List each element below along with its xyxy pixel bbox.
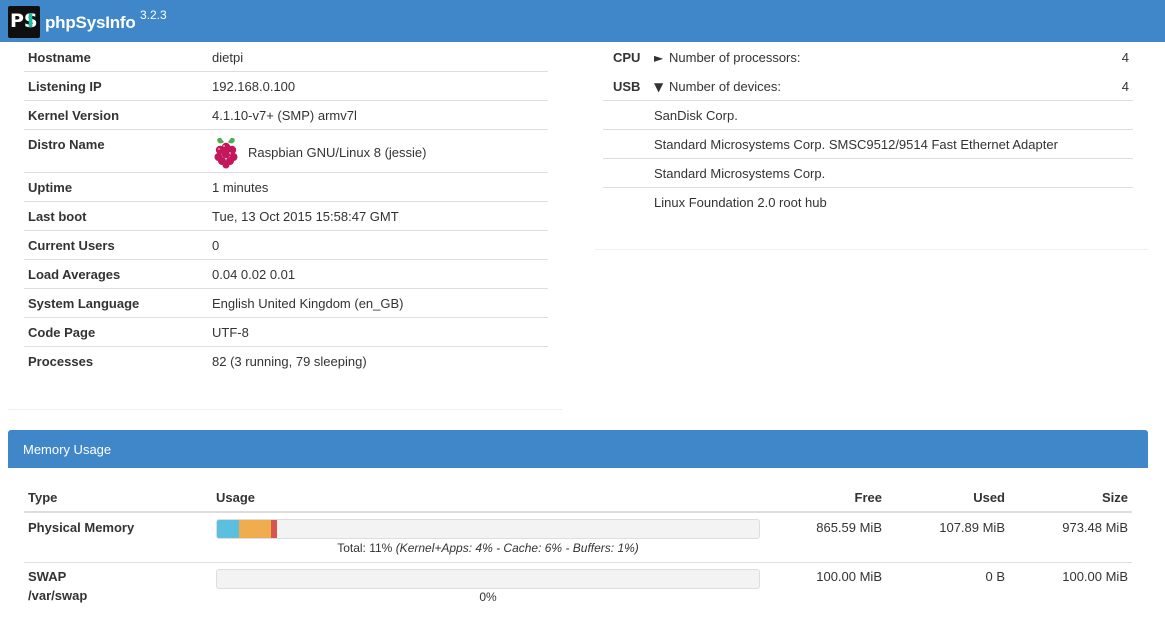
hardware-row-cpu[interactable]: CPU ► Number of processors: 4 [603,43,1133,72]
vitals-panel: Hostname dietpi Listening IP 192.168.0.1… [8,42,563,410]
logo-letter-accent: I [27,10,35,32]
vitals-label: Processes [28,354,94,369]
vitals-value: English United Kingdom (en_GB) [212,296,404,311]
triangle-down-icon: ▼ [654,80,664,94]
vitals-value: dietpi [212,50,244,65]
usb-device-row: Standard Microsystems Corp. [603,159,1133,188]
memory-panel: Memory Usage Type Usage Free Used Size P… [8,430,1148,622]
app-title[interactable]: phpSysInfo [45,13,136,33]
usb-device-row: Linux Foundation 2.0 root hub [603,188,1133,217]
buffers-segment [271,520,277,538]
usb-description: Number of devices: [669,79,781,94]
swap-type: SWAP [28,569,67,584]
vitals-value: Raspbian GNU/Linux 8 (jessie) [248,145,427,160]
memory-type: Physical Memory [28,520,135,535]
vitals-value: UTF-8 [212,325,249,340]
usb-device-name: Standard Microsystems Corp. SMSC9512/951… [654,137,1058,152]
memory-table-header: Type Usage Free Used Size [24,487,1132,513]
vitals-label: Code Page [28,325,96,340]
column-header-size: Size [1101,490,1128,505]
vitals-row-load-averages: Load Averages 0.04 0.02 0.01 [24,260,548,289]
usb-device-row: SanDisk Corp. [603,101,1133,130]
cache-segment [238,520,272,538]
hardware-label-cpu: CPU [613,50,641,65]
memory-free: 865.59 MiB [816,520,882,535]
vitals-row-system-language: System Language English United Kingdom (… [24,289,548,318]
cpu-description: Number of processors: [669,50,801,65]
vitals-row-code-page: Code Page UTF-8 [24,318,548,347]
memory-panel-header: Memory Usage [8,430,1148,468]
swap-progress-bar [216,569,760,589]
physical-memory-progress-bar [216,519,760,539]
column-header-used: Used [973,490,1005,505]
vitals-label: Listening IP [28,79,102,94]
vitals-label: Load Averages [28,267,121,282]
vitals-label: Current Users [28,238,115,253]
triangle-right-icon: ► [654,51,664,65]
vitals-label: System Language [28,296,140,311]
swap-caption: 0% [479,590,497,604]
raspberry-pi-icon [214,137,238,169]
top-navbar: PS I phpSysInfo 3.2.3 [0,0,1165,42]
cpu-count: 4 [1121,50,1129,65]
vitals-row-hostname: Hostname dietpi [24,43,548,72]
kernel-apps-segment [217,520,239,538]
usb-device-name: SanDisk Corp. [654,108,738,123]
swap-free: 100.00 MiB [816,569,882,584]
vitals-label: Hostname [28,50,91,65]
swap-size: 100.00 MiB [1062,569,1128,584]
vitals-row-distro-name: Distro Name Raspbian GNU/Linux 8 (jessie… [24,130,548,173]
memory-used: 107.89 MiB [939,520,1005,535]
memory-size: 973.48 MiB [1062,520,1128,535]
vitals-label: Kernel Version [28,108,120,123]
cpu-toggle[interactable]: ► Number of processors: [654,50,801,65]
vitals-value: 192.168.0.100 [212,79,296,94]
column-header-free: Free [854,490,882,505]
vitals-row-last-boot: Last boot Tue, 13 Oct 2015 15:58:47 GMT [24,202,548,231]
usb-device-name: Linux Foundation 2.0 root hub [654,195,827,210]
vitals-value: 4.1.10-v7+ (SMP) armv7l [212,108,357,123]
vitals-row-listening-ip: Listening IP 192.168.0.100 [24,72,548,101]
vitals-value: 82 (3 running, 79 sleeping) [212,354,367,369]
vitals-row-processes: Processes 82 (3 running, 79 sleeping) [24,347,548,376]
vitals-value: 1 minutes [212,180,269,195]
column-header-type: Type [28,490,58,505]
memory-breakdown: (Kernel+Apps: 4% - Cache: 6% - Buffers: … [395,541,639,555]
vitals-label: Last boot [28,209,87,224]
swap-used: 0 B [985,569,1005,584]
vitals-value: Tue, 13 Oct 2015 15:58:47 GMT [212,209,399,224]
vitals-row-uptime: Uptime 1 minutes [24,173,548,202]
vitals-value: 0 [212,238,220,253]
memory-panel-title: Memory Usage [23,442,112,457]
app-version: 3.2.3 [140,8,167,22]
usb-count: 4 [1121,79,1129,94]
usb-device-row: Standard Microsystems Corp. SMSC9512/951… [603,130,1133,159]
usb-device-name: Standard Microsystems Corp. [654,166,826,181]
phpsysinfo-logo-icon[interactable]: PS I [8,6,40,38]
memory-row-physical: Physical Memory Total: 11% (Kernel+Apps:… [24,514,1132,563]
memory-row-swap: SWAP /var/swap 0% 100.00 MiB 0 B 100.00 … [24,564,1132,614]
hardware-row-usb[interactable]: USB ▼ Number of devices: 4 [603,72,1133,101]
swap-mount-path: /var/swap [28,588,88,603]
column-header-usage: Usage [216,490,256,505]
physical-memory-caption: Total: 11% (Kernel+Apps: 4% - Cache: 6% … [216,541,760,555]
vitals-label: Uptime [28,180,73,195]
vitals-row-kernel-version: Kernel Version 4.1.10-v7+ (SMP) armv7l [24,101,548,130]
vitals-value: 0.04 0.02 0.01 [212,267,296,282]
hardware-label-usb: USB [613,79,641,94]
memory-total-percent: Total: 11% [337,541,393,555]
usb-toggle[interactable]: ▼ Number of devices: [654,79,781,94]
vitals-row-current-users: Current Users 0 [24,231,548,260]
vitals-label: Distro Name [28,137,105,152]
hardware-panel: CPU ► Number of processors: 4 USB ▼ Number… [595,42,1148,250]
